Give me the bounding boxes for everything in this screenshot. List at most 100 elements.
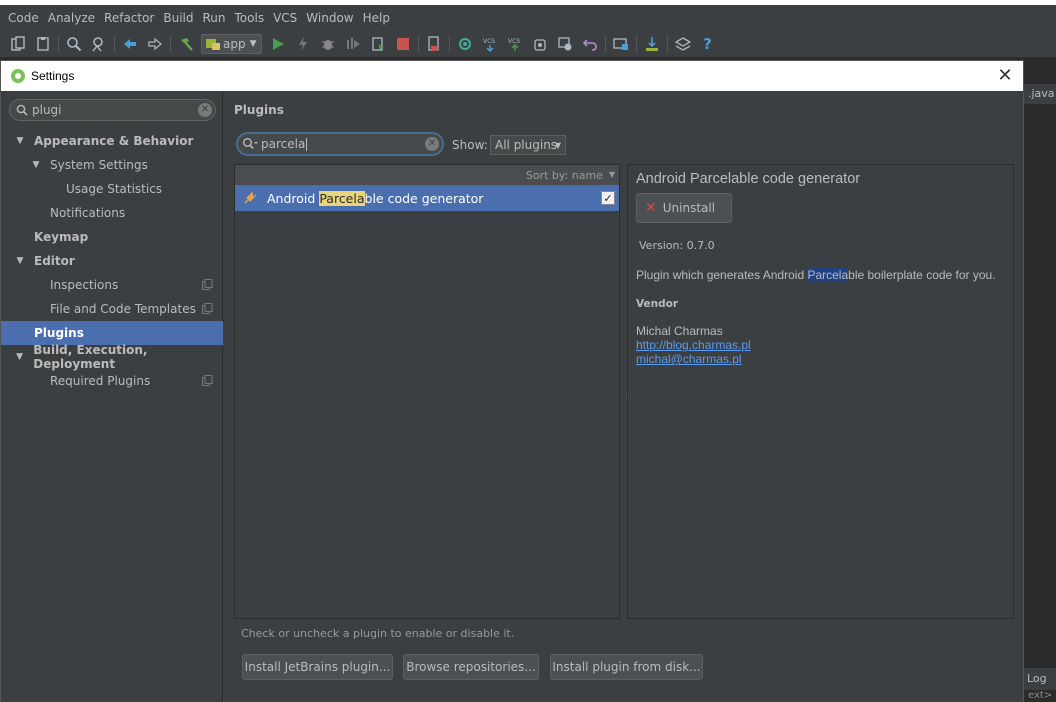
sort-by-header[interactable]: Sort by: name ▼ <box>235 165 619 185</box>
run-configuration-select[interactable]: app ▼ <box>201 33 262 54</box>
back-arrow-icon[interactable] <box>120 34 140 54</box>
plugin-list-item[interactable]: Android Parcelable code generator ✓ <box>235 185 619 211</box>
show-filter-label: Show: <box>452 138 488 152</box>
copy-icon[interactable] <box>8 34 28 54</box>
build-hammer-icon[interactable] <box>176 34 196 54</box>
undo-icon[interactable] <box>580 34 600 54</box>
show-filter-select[interactable]: All plugins ▼ <box>490 135 566 155</box>
menu-help[interactable]: Help <box>359 11 394 25</box>
device-monitor-icon[interactable] <box>642 34 662 54</box>
settings-tree: ▼ Appearance & Behavior ▼ System Setting… <box>1 129 223 393</box>
tree-item-label: File and Code Templates <box>50 302 196 316</box>
menu-window[interactable]: Window <box>302 11 357 25</box>
ide-menubar: Code Analyze Refactor Build Run Tools VC… <box>0 0 1056 30</box>
menu-tools[interactable]: Tools <box>231 11 269 25</box>
tree-item-keymap[interactable]: Keymap <box>1 225 223 249</box>
replace-icon[interactable] <box>89 34 109 54</box>
stop-icon[interactable] <box>393 34 413 54</box>
toolbar-separator <box>666 34 668 53</box>
menu-build[interactable]: Build <box>159 11 197 25</box>
tree-item-plugins[interactable]: Plugins <box>1 321 223 345</box>
tree-item-appearance-behavior[interactable]: ▼ Appearance & Behavior <box>1 129 223 153</box>
tree-item-label: Usage Statistics <box>66 182 163 196</box>
plugin-detail-title: Android Parcelable code generator <box>636 171 861 187</box>
profile-icon[interactable] <box>343 34 363 54</box>
sdk-manager-icon[interactable] <box>555 34 575 54</box>
close-icon: ✕ <box>645 200 657 216</box>
expand-arrow-icon[interactable]: ▼ <box>29 160 43 170</box>
log-tool-tab[interactable]: Log <box>1024 668 1056 690</box>
debug-icon[interactable] <box>318 34 338 54</box>
page-title: Plugins <box>234 103 284 117</box>
attach-debugger-icon[interactable] <box>368 34 388 54</box>
tree-item-build-execution-deployment[interactable]: ▼ Build, Execution, Deployment <box>1 343 223 371</box>
tree-item-editor[interactable]: ▼ Editor <box>1 249 223 273</box>
expand-arrow-icon[interactable]: ▼ <box>13 352 26 362</box>
vcs-push-icon[interactable]: VCS <box>505 34 525 54</box>
android-profiler-icon[interactable] <box>424 34 444 54</box>
plugin-search-input[interactable]: parcela ✕ <box>236 132 444 156</box>
settings-sidebar: plugi ✕ ▼ Appearance & Behavior ▼ System… <box>1 91 223 702</box>
project-scope-icon <box>202 279 213 290</box>
toolbar-separator <box>170 34 171 53</box>
plugin-list: Sort by: name ▼ Android Parcelable code … <box>234 164 620 619</box>
plugin-name-suffix: ble code generator <box>364 190 484 206</box>
install-from-disk-button[interactable]: Install plugin from disk... <box>550 654 703 680</box>
search-match-highlight: Parcela <box>807 268 849 282</box>
vcs-commit-icon[interactable]: VCS <box>480 34 500 54</box>
vendor-url-link[interactable]: http://blog.charmas.pl <box>636 338 1013 352</box>
tree-item-label: Editor <box>34 254 75 268</box>
svg-text:VCS: VCS <box>483 38 495 45</box>
tree-item-notifications[interactable]: Notifications <box>1 201 223 225</box>
uninstall-button[interactable]: ✕ Uninstall <box>636 193 732 223</box>
browse-repositories-button[interactable]: Browse repositories... <box>403 654 539 680</box>
menu-run[interactable]: Run <box>199 11 230 25</box>
menu-code[interactable]: Code <box>4 11 43 25</box>
forward-arrow-icon[interactable] <box>145 34 165 54</box>
menu-vcs[interactable]: VCS <box>269 11 301 25</box>
vendor-email-link[interactable]: michal@charmas.pl <box>636 352 1013 366</box>
search-icon <box>242 137 258 151</box>
menu-refactor[interactable]: Refactor <box>100 11 158 25</box>
close-icon[interactable]: ✕ <box>995 65 1015 86</box>
project-scope-icon <box>202 303 213 314</box>
tree-item-inspections[interactable]: Inspections <box>1 273 223 297</box>
show-filter-value: All plugins <box>495 138 558 152</box>
settings-search-input[interactable]: plugi ✕ <box>9 99 216 121</box>
plugin-plug-icon <box>244 192 257 204</box>
plugin-name-prefix: Android <box>267 190 320 206</box>
settings-dialog: Settings ✕ plugi ✕ ▼ Appearance & Behavi… <box>0 60 1024 702</box>
find-icon[interactable] <box>64 34 84 54</box>
settings-search-value: plugi <box>32 103 62 117</box>
clear-search-icon[interactable]: ✕ <box>198 103 212 117</box>
avd-manager-icon[interactable] <box>611 34 631 54</box>
chevron-down-icon: ▼ <box>554 141 561 150</box>
plugin-enabled-checkbox[interactable]: ✓ <box>601 191 615 205</box>
apply-changes-icon[interactable] <box>293 34 313 54</box>
install-jetbrains-plugin-button[interactable]: Install JetBrains plugin... <box>242 654 393 680</box>
tree-item-label: Appearance & Behavior <box>34 134 194 148</box>
tree-item-file-and-code-templates[interactable]: File and Code Templates <box>1 297 223 321</box>
vcs-update-icon[interactable] <box>455 34 475 54</box>
expand-arrow-icon[interactable]: ▼ <box>13 256 27 266</box>
layers-icon[interactable] <box>673 34 693 54</box>
menu-analyze[interactable]: Analyze <box>44 11 99 25</box>
paste-icon[interactable] <box>33 34 53 54</box>
plugin-search-value: parcela <box>261 137 306 151</box>
expand-arrow-icon[interactable]: ▼ <box>13 136 27 146</box>
splitter-handle[interactable]: ⋮ <box>622 391 631 405</box>
vcs-history-icon[interactable] <box>530 34 550 54</box>
tree-item-label: Build, Execution, Deployment <box>33 343 148 371</box>
editor-tab-fragment[interactable]: .java <box>1024 84 1056 104</box>
toolbar-separator <box>58 34 59 53</box>
toolbar-separator <box>114 34 115 53</box>
tree-item-system-settings[interactable]: ▼ System Settings <box>1 153 223 177</box>
tree-item-required-plugins[interactable]: Required Plugins <box>1 369 223 393</box>
run-icon[interactable] <box>268 34 288 54</box>
plugins-panel: Plugins parcela ✕ Show: All plugins ▼ So… <box>224 91 1023 702</box>
help-icon[interactable]: ? <box>698 34 718 54</box>
tree-item-usage-statistics[interactable]: Usage Statistics <box>1 177 223 201</box>
tree-item-label: System Settings <box>50 158 148 172</box>
clear-search-icon[interactable]: ✕ <box>425 137 439 151</box>
plugin-description: Plugin which generates Android Parcelabl… <box>636 268 996 282</box>
